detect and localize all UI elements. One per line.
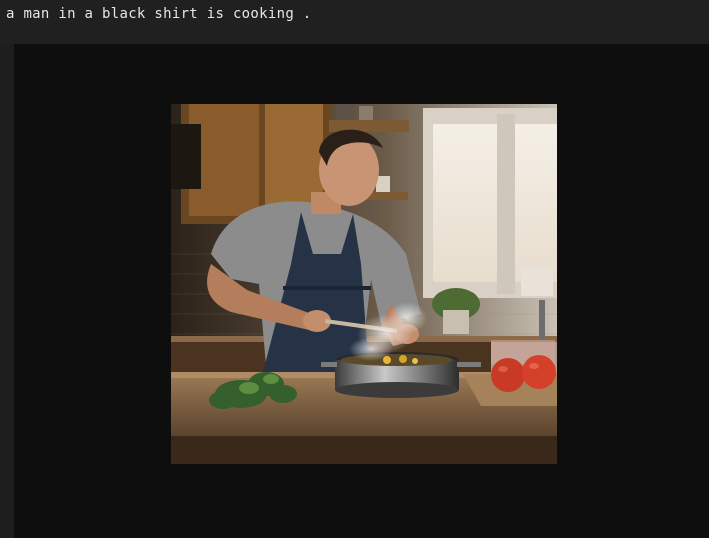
generated-image[interactable] bbox=[171, 104, 557, 464]
caption-text: a man in a black shirt is cooking . bbox=[6, 6, 312, 22]
left-gutter bbox=[0, 44, 14, 538]
photo-icon bbox=[171, 104, 557, 464]
caption-bar: a man in a black shirt is cooking . bbox=[0, 0, 709, 44]
